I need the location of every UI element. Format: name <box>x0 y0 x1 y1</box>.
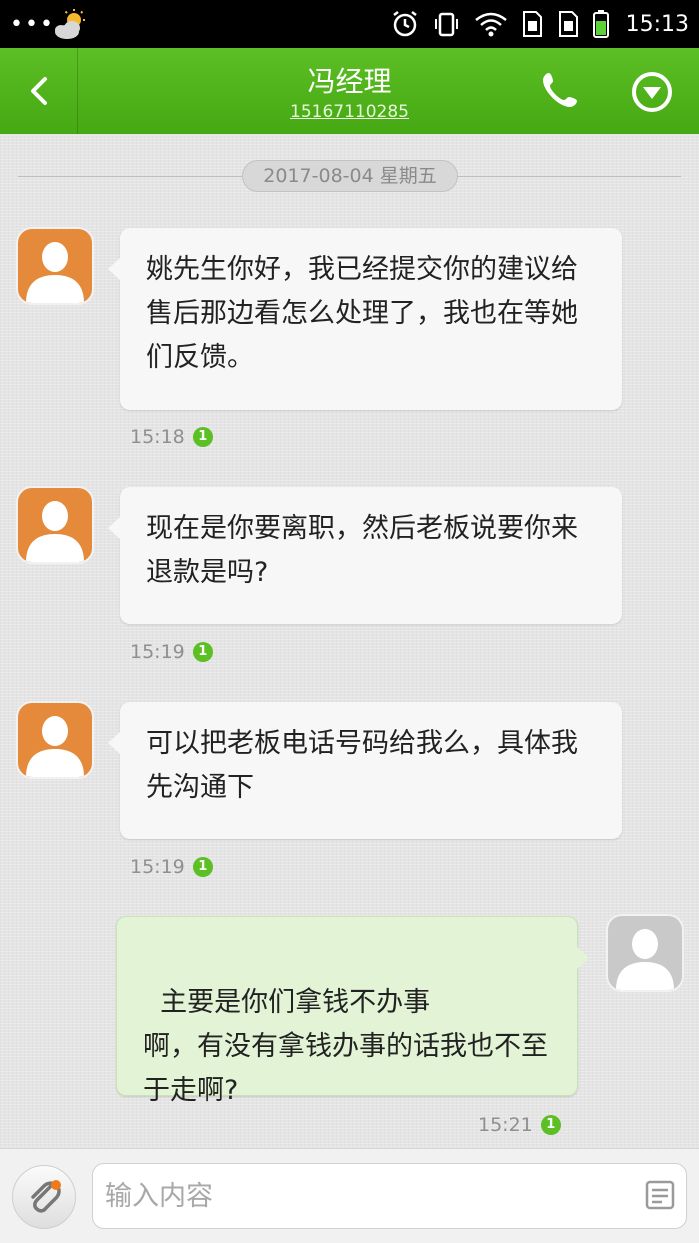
sim2-icon <box>558 11 578 37</box>
message-text: 主要是你们拿钱不办事 啊，有没有拿钱办事的话我也不至于走啊? <box>143 987 548 1106</box>
message-time: 15:19 <box>130 856 185 878</box>
message-bubble[interactable]: 姚先生你好，我已经提交你的建议给售后那边看怎么处理了，我也在等她们反馈。 <box>108 228 622 410</box>
vibrate-icon <box>434 12 458 37</box>
battery-icon <box>592 10 609 38</box>
status-bar: ••• 15:13 <box>0 0 699 48</box>
contact-avatar[interactable] <box>16 227 94 305</box>
date-separator: 2017-08-04 星期五 <box>242 160 458 192</box>
conversation-header: 冯经理 15167110285 <box>0 48 699 134</box>
message-bubble[interactable]: 可以把老板电话号码给我么，具体我先沟通下 <box>108 702 622 839</box>
contact-avatar[interactable] <box>16 701 94 779</box>
my-avatar[interactable] <box>606 914 684 992</box>
message-time: 15:21 <box>478 1114 533 1136</box>
message-bubble[interactable]: 现在是你要离职，然后老板说要你来退款是吗? <box>108 487 622 624</box>
dropdown-icon[interactable] <box>630 70 674 114</box>
notification-dots: ••• <box>10 12 55 37</box>
paperclip-icon <box>31 1181 61 1213</box>
person-icon <box>26 242 84 303</box>
sim-badge-icon: 1 <box>192 427 213 447</box>
attach-button[interactable] <box>12 1165 76 1229</box>
clock-time: 15:13 <box>625 11 689 37</box>
alarm-icon <box>392 11 417 37</box>
weather-icon <box>55 9 85 39</box>
contact-avatar[interactable] <box>16 486 94 564</box>
message-time: 15:19 <box>130 641 185 663</box>
person-icon <box>616 929 674 990</box>
contact-phone-link[interactable]: 15167110285 <box>0 102 699 122</box>
message-meta: 15:18 1 <box>130 425 213 449</box>
phone-icon[interactable] <box>540 70 580 110</box>
message-meta: 15:19 1 <box>130 640 213 664</box>
contact-name: 冯经理 <box>307 65 392 98</box>
message-meta: 15:19 1 <box>130 855 213 879</box>
message-time: 15:18 <box>130 426 185 448</box>
sim1-icon <box>522 11 542 37</box>
message-bubble[interactable]: 主要是你们拿钱不办事 啊，有没有拿钱办事的话我也不至于走啊? <box>116 916 589 1106</box>
sim-badge-icon: 1 <box>192 857 213 877</box>
message-text: 可以把老板电话号码给我么，具体我先沟通下 <box>146 728 578 803</box>
sim-badge-icon: 1 <box>192 642 213 662</box>
message-meta: 15:21 1 <box>478 1113 561 1137</box>
attachment-notification-dot <box>51 1180 61 1190</box>
message-text: 现在是你要离职，然后老板说要你来退款是吗? <box>146 513 578 588</box>
compose-bar <box>0 1148 699 1243</box>
message-text: 姚先生你好，我已经提交你的建议给售后那边看怎么处理了，我也在等她们反馈。 <box>146 254 578 373</box>
person-icon <box>26 716 84 777</box>
sim-badge-icon: 1 <box>540 1115 561 1135</box>
message-input[interactable] <box>92 1163 687 1229</box>
wifi-icon <box>474 12 507 37</box>
person-icon <box>26 501 84 562</box>
template-icon[interactable] <box>644 1179 678 1213</box>
